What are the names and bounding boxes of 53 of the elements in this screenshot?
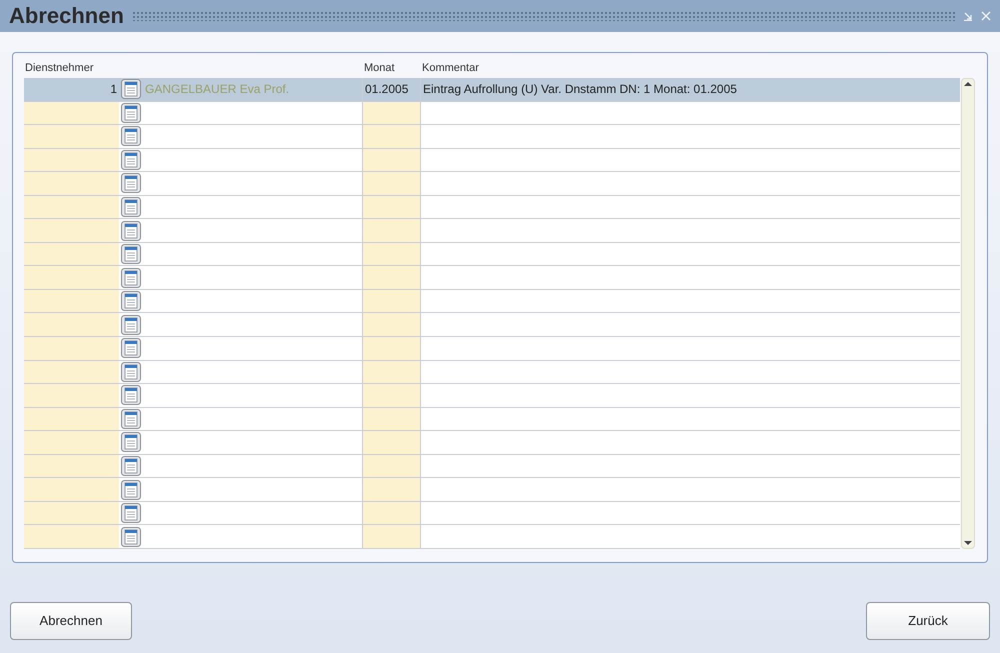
scroll-down-icon[interactable]	[964, 540, 972, 546]
calendar-icon[interactable]	[121, 244, 141, 264]
calendar-icon[interactable]	[121, 432, 141, 452]
table-row[interactable]: 1 GANGELBAUER Eva Prof. 01.2005 Eintrag Aufrollung (U) Var. Dnstamm DN: 1 Monat: 01.2005	[24, 78, 960, 102]
calendar-icon[interactable]	[121, 220, 141, 241]
calendar-icon[interactable]	[121, 503, 141, 524]
column-header: Kommentar	[421, 61, 479, 76]
calendar-icon[interactable]	[121, 126, 141, 146]
month-cell	[363, 102, 421, 124]
name-cell: GANGELBAUER Eva Prof.	[143, 78, 363, 101]
month-cell	[363, 337, 421, 360]
calendar-icon[interactable]	[121, 314, 141, 335]
calendar-icon[interactable]	[121, 362, 141, 382]
column-header: Monat	[363, 61, 396, 76]
comment-cell-text: Eintrag Aufrollung (U) Var. Dnstamm DN: 1 Monat: 01.2005	[422, 81, 738, 98]
month-cell	[363, 125, 421, 148]
month-cell	[363, 148, 421, 172]
month-cell	[363, 454, 421, 478]
scroll-up-icon[interactable]	[964, 81, 972, 87]
calendar-icon[interactable]	[121, 408, 141, 429]
calendar-icon[interactable]	[121, 456, 141, 476]
calendar-icon[interactable]	[121, 480, 141, 500]
month-cell	[363, 360, 421, 384]
window-title: Abrechnen	[9, 5, 124, 27]
scrollbar[interactable]	[961, 78, 975, 549]
month-cell	[363, 290, 421, 312]
month-cell	[363, 478, 421, 501]
calendar-icon[interactable]	[121, 338, 141, 358]
calendar-icon[interactable]	[121, 102, 141, 123]
calendar-icon[interactable]	[121, 526, 141, 547]
month-cell	[363, 408, 421, 430]
number-cell-text: 1	[109, 81, 118, 98]
calendar-icon[interactable]	[121, 150, 141, 170]
month-cell	[363, 266, 421, 289]
month-cell	[363, 525, 421, 548]
calendar-icon[interactable]	[121, 385, 141, 406]
month-cell	[363, 431, 421, 454]
column-header: Dienstnehmer	[24, 61, 94, 76]
month-cell	[363, 313, 421, 336]
calendar-icon[interactable]	[121, 197, 141, 217]
month-cell	[363, 384, 421, 407]
month-cell	[363, 502, 421, 524]
month-cell	[363, 172, 421, 195]
month-cell: 01.2005	[363, 78, 421, 101]
calendar-icon[interactable]	[121, 291, 141, 312]
action-button[interactable]: Zurück	[866, 602, 990, 640]
month-cell	[363, 219, 421, 242]
calendar-icon[interactable]	[121, 79, 141, 100]
action-button[interactable]: Abrechnen	[10, 602, 132, 640]
month-cell	[363, 196, 421, 218]
calendar-icon[interactable]	[121, 268, 141, 288]
calendar-icon[interactable]	[121, 173, 141, 194]
month-cell	[363, 242, 421, 266]
